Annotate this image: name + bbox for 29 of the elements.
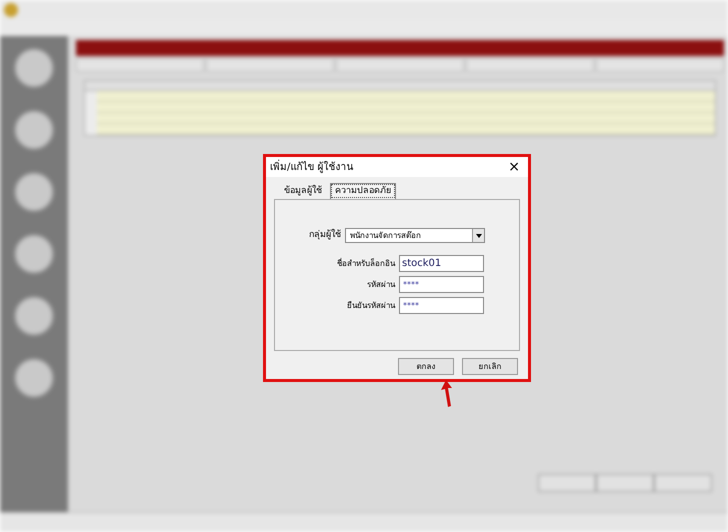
password-field[interactable]: **** (399, 297, 484, 314)
tab[interactable] (466, 58, 594, 72)
field-label: รหัสผ่าน (366, 278, 395, 290)
sidebar-icon[interactable] (14, 48, 54, 88)
tab[interactable] (206, 58, 334, 72)
cancel-button[interactable]: ยกเลิก (462, 358, 518, 375)
sidebar-icon[interactable] (14, 296, 54, 336)
group-dropdown[interactable]: พนักงานจัดการสต๊อก (345, 228, 485, 243)
close-button[interactable]: × (504, 160, 524, 174)
ok-button[interactable]: ตกลง (398, 358, 454, 375)
field-label: กลุ่มผู้ใช้ (309, 228, 341, 242)
app-icon (4, 3, 18, 17)
tab[interactable]: ความปลอดภัย (330, 183, 396, 199)
pointer-arrow-icon (440, 378, 454, 408)
dialog-title: เพิ่ม/แก้ไข ผู้ใช้งาน (270, 160, 354, 174)
login-field[interactable]: stock01 (399, 255, 484, 272)
field-label: ชื่อสำหรับล็อกอิน (336, 258, 395, 270)
toolbar-button[interactable] (654, 474, 712, 492)
toolbar-button[interactable] (596, 474, 654, 492)
tab[interactable] (336, 58, 464, 72)
sidebar-icon[interactable] (14, 234, 54, 274)
password-field[interactable]: **** (399, 276, 484, 293)
field-label: ยืนยันรหัสผ่าน (346, 300, 395, 312)
sidebar-icon[interactable] (14, 172, 54, 212)
sidebar-icon[interactable] (14, 110, 54, 150)
tab[interactable] (596, 58, 724, 72)
tab[interactable]: ข้อมูลผู้ใช้ (276, 185, 330, 199)
sidebar-icon[interactable] (14, 358, 54, 398)
toolbar-button[interactable] (538, 474, 596, 492)
